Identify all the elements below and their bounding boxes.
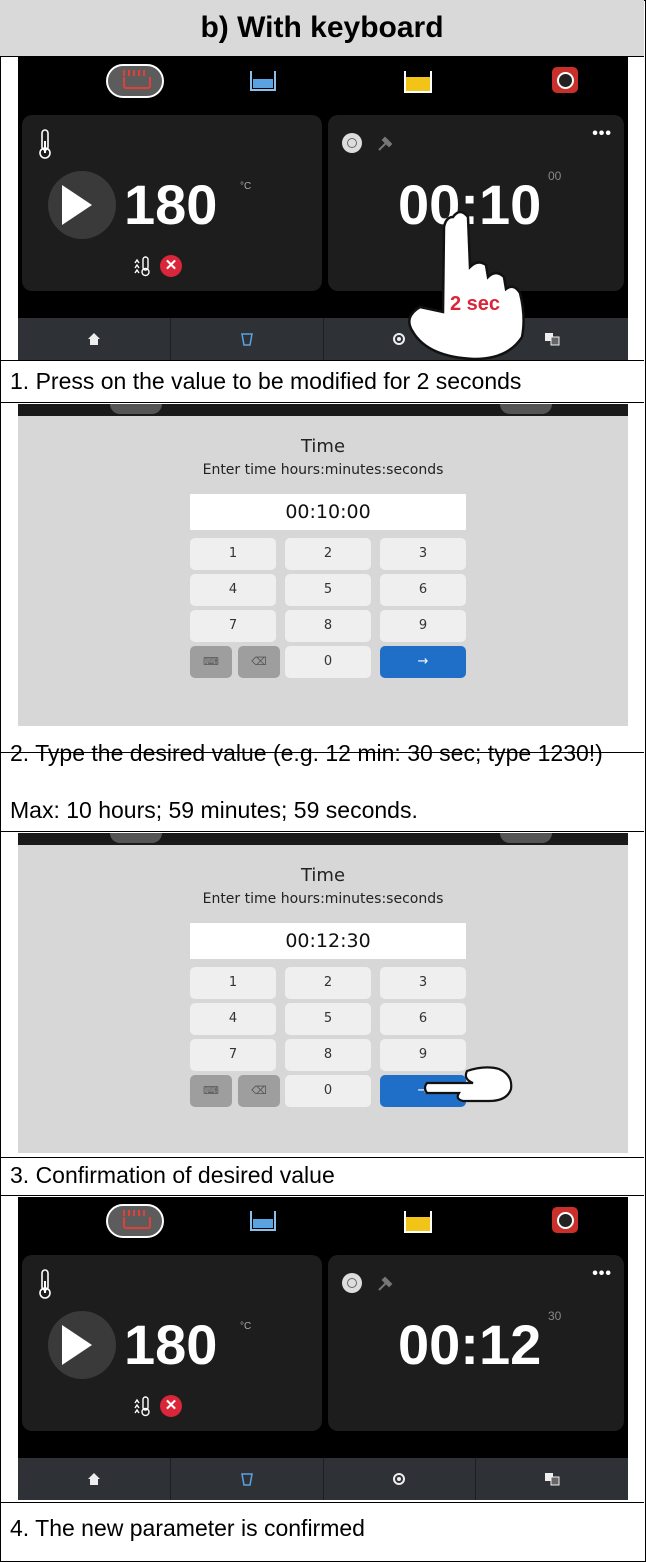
home-icon[interactable] bbox=[18, 318, 171, 360]
key-8[interactable]: 8 bbox=[285, 610, 371, 642]
temperature-card: 180 °C ✕ bbox=[22, 115, 322, 291]
hammer-icon bbox=[376, 135, 394, 153]
enter-button[interactable]: → bbox=[380, 646, 466, 678]
bath-nav-icon[interactable] bbox=[171, 1458, 324, 1500]
temperature-unit: °C bbox=[240, 1321, 252, 1332]
timer-device-icon[interactable] bbox=[552, 1207, 578, 1233]
temperature-value[interactable]: 180 bbox=[124, 1315, 217, 1375]
home-icon[interactable] bbox=[18, 1458, 171, 1500]
temperature-value[interactable]: 180 bbox=[124, 175, 217, 235]
water-bath-icon[interactable] bbox=[250, 1211, 276, 1231]
key-6[interactable]: 6 bbox=[380, 1003, 466, 1035]
divider bbox=[0, 1195, 644, 1196]
backspace-icon[interactable]: ⌫ bbox=[238, 646, 280, 678]
dialog-title: Time bbox=[300, 865, 346, 886]
timer-seconds: 30 bbox=[548, 1309, 562, 1323]
time-input-field[interactable]: 00:12:30 bbox=[190, 923, 466, 959]
step-4-caption: 4. The new parameter is confirmed bbox=[10, 1515, 365, 1541]
key-0[interactable]: 0 bbox=[285, 1075, 371, 1107]
screen-edge bbox=[18, 404, 628, 416]
hammer-icon bbox=[376, 1275, 394, 1293]
key-9[interactable]: 9 bbox=[380, 610, 466, 642]
divider bbox=[0, 360, 644, 361]
time-entry-dialog-step2: Time Enter time hours:minutes:seconds 00… bbox=[18, 404, 628, 726]
error-icon[interactable]: ✕ bbox=[160, 1395, 182, 1417]
thermometer-icon bbox=[39, 129, 51, 159]
key-4[interactable]: 4 bbox=[190, 1003, 276, 1035]
key-2[interactable]: 2 bbox=[285, 538, 371, 570]
bottom-nav bbox=[18, 1458, 628, 1500]
key-0[interactable]: 0 bbox=[285, 646, 371, 678]
backspace-icon[interactable]: ⌫ bbox=[238, 1075, 280, 1107]
key-3[interactable]: 3 bbox=[380, 538, 466, 570]
timer-seconds: 00 bbox=[548, 169, 562, 183]
step-2-max-note: Max: 10 hours; 59 minutes; 59 seconds. bbox=[10, 797, 418, 823]
heating-bath-icon[interactable] bbox=[106, 1204, 164, 1238]
status-icons: ✕ bbox=[132, 255, 192, 277]
device-screen-confirmed: 180 °C ✕ ••• 00:12 30 bbox=[18, 1197, 628, 1500]
divider bbox=[0, 402, 644, 403]
time-entry-dialog-step3: Time Enter time hours:minutes:seconds 00… bbox=[18, 833, 628, 1153]
key-5[interactable]: 5 bbox=[285, 574, 371, 606]
yellow-bath-icon[interactable] bbox=[404, 71, 432, 93]
key-3[interactable]: 3 bbox=[380, 967, 466, 999]
more-options-icon[interactable]: ••• bbox=[592, 1265, 612, 1283]
key-1[interactable]: 1 bbox=[190, 538, 276, 570]
key-5[interactable]: 5 bbox=[285, 1003, 371, 1035]
divider bbox=[0, 1157, 644, 1158]
more-options-icon[interactable]: ••• bbox=[592, 125, 612, 143]
play-button[interactable] bbox=[48, 171, 116, 239]
dialog-title: Time bbox=[300, 436, 346, 457]
divider bbox=[0, 1502, 644, 1503]
key-4[interactable]: 4 bbox=[190, 574, 276, 606]
play-button[interactable] bbox=[48, 1311, 116, 1379]
time-input-field[interactable]: 00:10:00 bbox=[190, 494, 466, 530]
timer-value[interactable]: 00:12 bbox=[398, 1315, 541, 1375]
step-2-caption: 2. Type the desired value (e.g. 12 min: … bbox=[10, 740, 603, 766]
device-screen-initial: 180 °C ✕ ••• 00:10 00 2 sec bbox=[18, 57, 628, 360]
mode-bar bbox=[18, 1197, 628, 1245]
divider bbox=[0, 831, 644, 832]
temperature-card: 180 °C ✕ bbox=[22, 1255, 322, 1431]
pointing-hand-icon bbox=[423, 1066, 513, 1103]
settings-nav-icon[interactable] bbox=[324, 1458, 477, 1500]
key-2[interactable]: 2 bbox=[285, 967, 371, 999]
thermometer-icon bbox=[39, 1269, 51, 1299]
step-3-caption: 3. Confirmation of desired value bbox=[10, 1162, 335, 1188]
gauge-icon bbox=[342, 133, 362, 153]
key-8[interactable]: 8 bbox=[285, 1039, 371, 1071]
bath-nav-icon[interactable] bbox=[171, 318, 324, 360]
key-7[interactable]: 7 bbox=[190, 610, 276, 642]
dialog-subtitle: Enter time hours:minutes:seconds bbox=[202, 462, 444, 478]
gauge-icon bbox=[342, 1273, 362, 1293]
key-7[interactable]: 7 bbox=[190, 1039, 276, 1071]
error-icon[interactable]: ✕ bbox=[160, 255, 182, 277]
yellow-bath-icon[interactable] bbox=[404, 1211, 432, 1233]
play-icon bbox=[62, 1325, 92, 1365]
temperature-unit: °C bbox=[240, 181, 252, 192]
step-1-caption: 1. Press on the value to be modified for… bbox=[10, 368, 522, 394]
key-1[interactable]: 1 bbox=[190, 967, 276, 999]
heating-bath-icon[interactable] bbox=[106, 64, 164, 98]
language-nav-icon[interactable] bbox=[476, 1458, 628, 1500]
mode-bar bbox=[18, 57, 628, 105]
screen-edge bbox=[18, 833, 628, 845]
keyboard-toggle-icon[interactable]: ⌨ bbox=[190, 1075, 232, 1107]
temperature-ramp-icon bbox=[134, 1396, 150, 1417]
status-icons: ✕ bbox=[132, 1395, 192, 1417]
timer-card: ••• 00:12 30 bbox=[328, 1255, 624, 1431]
key-6[interactable]: 6 bbox=[380, 574, 466, 606]
dialog-subtitle: Enter time hours:minutes:seconds bbox=[202, 891, 444, 907]
timer-device-icon[interactable] bbox=[552, 67, 578, 93]
press-duration-label: 2 sec bbox=[450, 293, 501, 315]
play-icon bbox=[62, 185, 92, 225]
temperature-ramp-icon bbox=[134, 256, 150, 277]
section-header: b) With keyboard bbox=[0, 0, 644, 57]
pressing-hand-icon bbox=[408, 210, 525, 360]
keyboard-toggle-icon[interactable]: ⌨ bbox=[190, 646, 232, 678]
water-bath-icon[interactable] bbox=[250, 71, 276, 91]
